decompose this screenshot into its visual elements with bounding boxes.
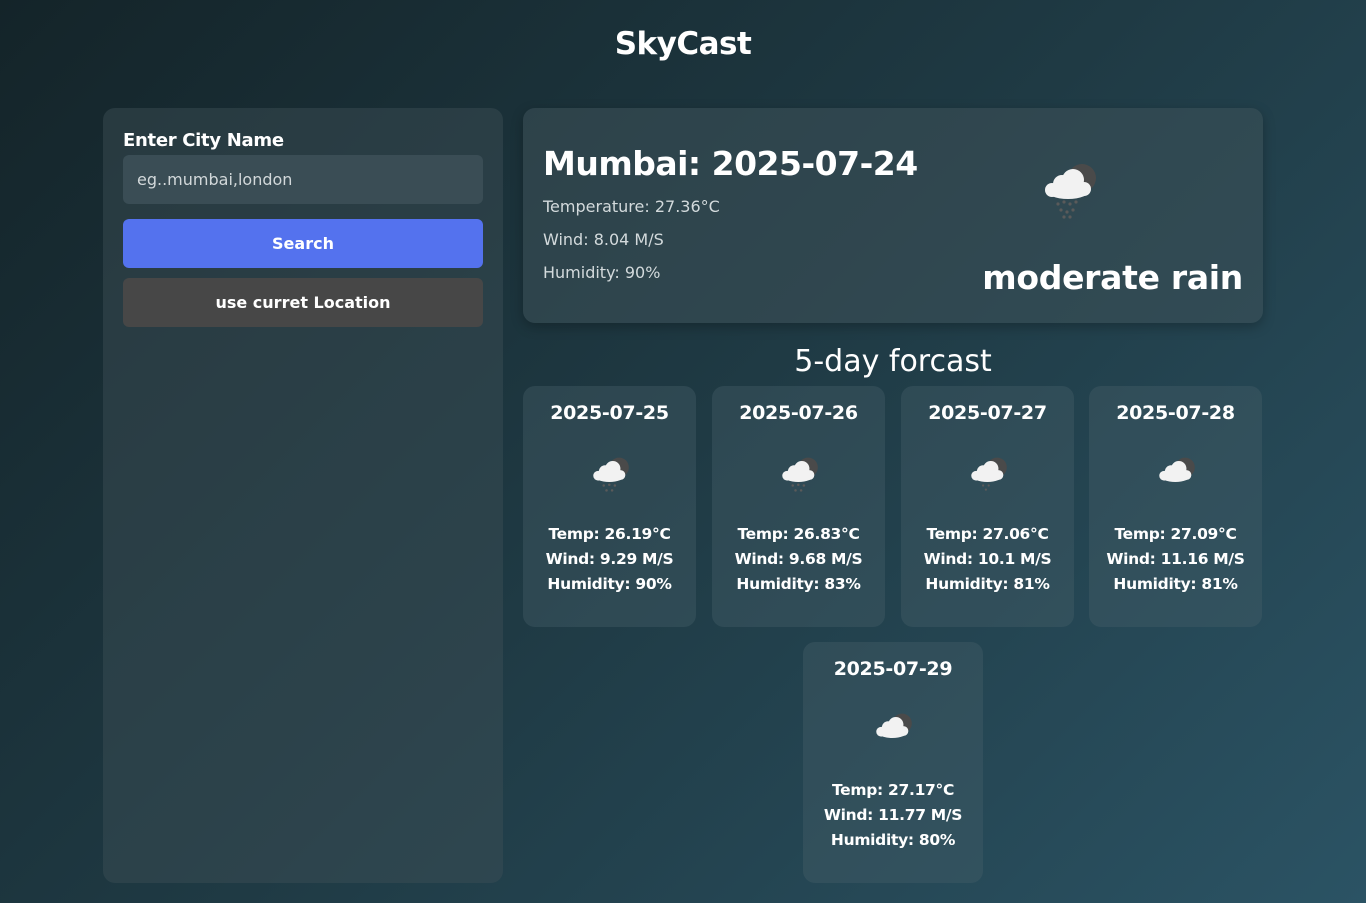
forecast-temp: Temp: 27.09°C xyxy=(1114,525,1237,543)
forecast-wind: Wind: 11.77 M/S xyxy=(823,806,963,824)
cloud-rain-icon xyxy=(781,457,818,492)
forecast-wind: Wind: 9.29 M/S xyxy=(545,550,674,568)
cloud-rain-icon xyxy=(592,457,629,492)
search-panel: Enter City Name Search use curret Locati… xyxy=(103,108,503,883)
forecast-humidity: Humidity: 83% xyxy=(736,575,861,593)
forecast-temp: Temp: 27.06°C xyxy=(926,525,1049,543)
current-wind: Wind: 8.04 M/S xyxy=(543,230,664,249)
city-input-label: Enter City Name xyxy=(123,130,284,151)
search-button[interactable]: Search xyxy=(123,219,483,268)
current-city-date: Mumbai: 2025-07-24 xyxy=(543,144,918,183)
cloud-rain-icon xyxy=(1045,164,1096,219)
forecast-temp: Temp: 26.19°C xyxy=(548,525,671,543)
current-weather-card: Mumbai: 2025-07-24 Temperature: 27.36°C … xyxy=(523,108,1263,323)
forecast-card: 2025-07-25 Temp: 26.19°C Wind: 9.29 M/S … xyxy=(523,386,696,627)
forecast-humidity: Humidity: 81% xyxy=(1113,575,1238,593)
city-input[interactable] xyxy=(123,155,483,204)
current-temperature: Temperature: 27.36°C xyxy=(543,197,720,216)
forecast-wind: Wind: 9.68 M/S xyxy=(734,550,863,568)
forecast-card: 2025-07-27 Temp: 27.06°C Wind: 10.1 M/S … xyxy=(901,386,1074,627)
forecast-date: 2025-07-27 xyxy=(928,402,1047,424)
current-description: moderate rain xyxy=(982,258,1243,297)
forecast-card: 2025-07-28 Temp: 27.09°C Wind: 11.16 M/S… xyxy=(1089,386,1262,627)
current-location-button[interactable]: use curret Location xyxy=(123,278,483,327)
forecast-date: 2025-07-28 xyxy=(1116,402,1235,424)
forecast-wind: Wind: 11.16 M/S xyxy=(1106,550,1245,568)
forecast-temp: Temp: 27.17°C xyxy=(831,781,955,799)
forecast-card: 2025-07-26 Temp: 26.83°C Wind: 9.68 M/S … xyxy=(712,386,885,627)
forecast-humidity: Humidity: 81% xyxy=(925,575,1050,593)
app-title: SkyCast xyxy=(614,26,752,62)
cloud-icon xyxy=(1158,457,1195,482)
forecast-humidity: Humidity: 90% xyxy=(547,575,672,593)
cloud-icon xyxy=(876,713,912,738)
cloud-rain-icon xyxy=(970,457,1007,491)
forecast-heading: 5-day forcast xyxy=(794,344,992,379)
forecast-date: 2025-07-25 xyxy=(550,402,669,424)
forecast-humidity: Humidity: 80% xyxy=(830,831,956,849)
forecast-date: 2025-07-29 xyxy=(833,658,953,680)
forecast-wind: Wind: 10.1 M/S xyxy=(923,550,1052,568)
forecast-date: 2025-07-26 xyxy=(739,402,858,424)
forecast-temp: Temp: 26.83°C xyxy=(737,525,860,543)
forecast-card: 2025-07-29 Temp: 27.17°C Wind: 11.77 M/S… xyxy=(803,642,983,883)
